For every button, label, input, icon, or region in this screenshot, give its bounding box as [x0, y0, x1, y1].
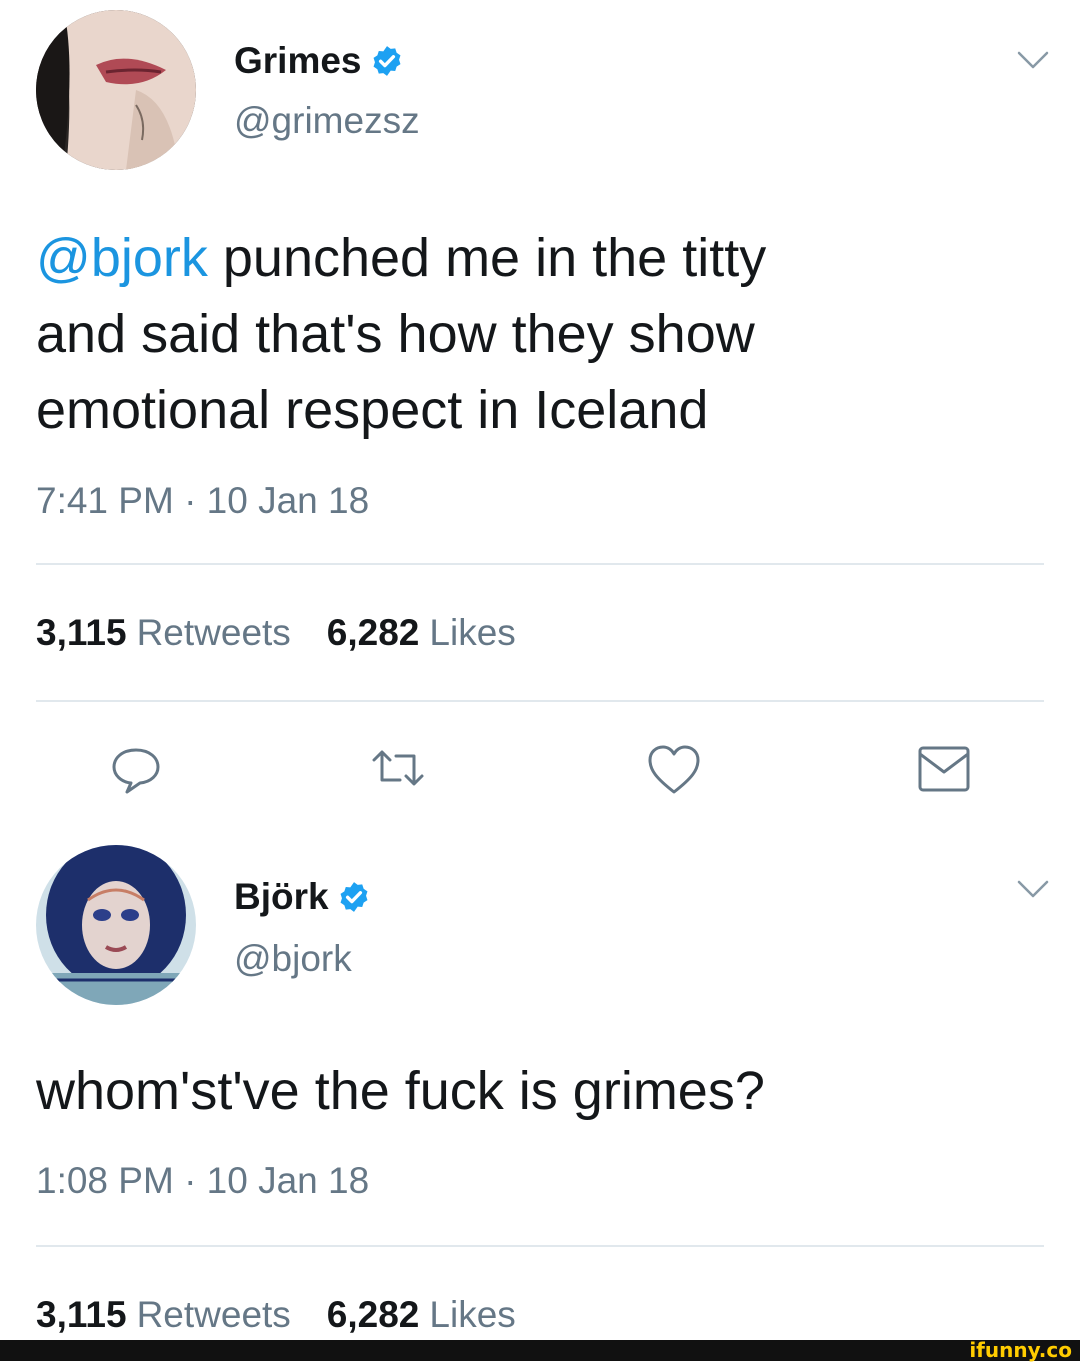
user-handle[interactable]: @bjork [234, 938, 352, 980]
bjork-name-row[interactable]: Björk [234, 876, 371, 918]
retweets-label: Retweets [136, 1294, 291, 1335]
chevron-down-icon[interactable] [1015, 877, 1051, 901]
retweets-count: 3,115 [36, 612, 127, 653]
tweet-text-line2: and said that's how they show [36, 304, 755, 364]
chevron-down-icon[interactable] [1015, 48, 1051, 72]
user-handle[interactable]: @grimezsz [234, 100, 420, 142]
divider [36, 1245, 1044, 1247]
grimes-avatar[interactable] [36, 10, 196, 170]
reply-icon[interactable] [106, 738, 166, 798]
retweets-label: Retweets [136, 612, 291, 653]
tweet-timestamp[interactable]: 1:08 PM · 10 Jan 18 [36, 1160, 369, 1202]
mention-link[interactable]: @bjork [36, 228, 208, 288]
tweet-stats: 3,115 Retweets 6,282 Likes [36, 1294, 552, 1336]
retweet-icon[interactable] [368, 738, 428, 798]
tweet-text: @bjork punched me in the titty and said … [36, 220, 1036, 448]
likes-stat[interactable]: 6,282 Likes [327, 612, 516, 654]
likes-count: 6,282 [326, 1294, 420, 1335]
tweet-stats: 3,115 Retweets 6,282 Likes [36, 612, 552, 654]
grimes-name-row[interactable]: Grimes [234, 40, 404, 82]
retweets-count: 3,115 [36, 1294, 127, 1335]
tweet-text-line3: emotional respect in Iceland [36, 380, 709, 440]
retweets-stat[interactable]: 3,115 Retweets [36, 612, 291, 654]
likes-label: Likes [429, 612, 516, 653]
divider [36, 563, 1044, 565]
bjork-avatar[interactable] [36, 845, 196, 1005]
watermark-bar [0, 1340, 1080, 1361]
verified-badge-icon [370, 44, 404, 78]
heart-icon[interactable] [644, 740, 704, 800]
retweets-stat[interactable]: 3,115 Retweets [36, 1294, 291, 1336]
verified-badge-icon [337, 880, 371, 914]
likes-label: Likes [429, 1294, 516, 1335]
display-name[interactable]: Grimes [234, 40, 362, 82]
likes-stat[interactable]: 6,282 Likes [327, 1294, 516, 1336]
likes-count: 6,282 [326, 612, 420, 653]
tweet-text: whom'st've the fuck is grimes? [36, 1061, 765, 1121]
display-name[interactable]: Björk [234, 876, 329, 918]
tweet-text-line1: punched me in the titty [207, 228, 767, 288]
watermark-logo: ifunny.co [969, 1338, 1072, 1362]
divider [36, 700, 1044, 702]
envelope-icon[interactable] [914, 740, 974, 800]
tweet-timestamp[interactable]: 7:41 PM · 10 Jan 18 [36, 480, 369, 522]
